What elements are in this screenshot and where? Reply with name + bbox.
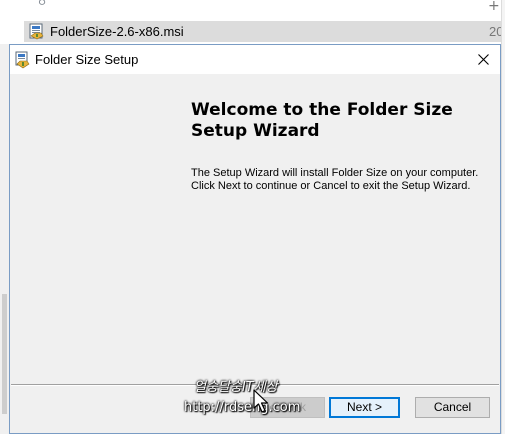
wizard-banner-panel [10, 74, 174, 382]
close-button[interactable] [466, 45, 500, 74]
scrollbar-thumb[interactable] [2, 294, 7, 414]
close-icon [478, 54, 489, 65]
cancel-button[interactable]: Cancel [415, 397, 490, 418]
expand-icon[interactable]: + [488, 0, 500, 14]
welcome-description: The Setup Wizard will install Folder Siz… [191, 167, 479, 192]
screen: ㅇ + FolderSize-2.6-x86.msi 20 Folder Siz… [0, 0, 505, 434]
mouse-pointer-icon [253, 389, 269, 413]
partial-file-icon: ㅇ [37, 0, 48, 9]
welcome-heading: Welcome to the Folder Size Setup Wizard [191, 100, 453, 141]
window-edge [501, 0, 505, 434]
watermark-url: http://rdseng.com [184, 400, 301, 415]
next-button[interactable]: Next > [329, 397, 400, 418]
title-bar[interactable]: Folder Size Setup [10, 45, 500, 74]
msi-installer-icon [29, 23, 44, 40]
dialog-title: Folder Size Setup [35, 52, 139, 67]
file-name: FolderSize-2.6-x86.msi [50, 24, 184, 39]
installer-icon [15, 51, 30, 69]
file-list-row-selected[interactable]: FolderSize-2.6-x86.msi 20 [24, 21, 505, 42]
file-list-row-partial[interactable]: ㅇ [24, 0, 505, 10]
